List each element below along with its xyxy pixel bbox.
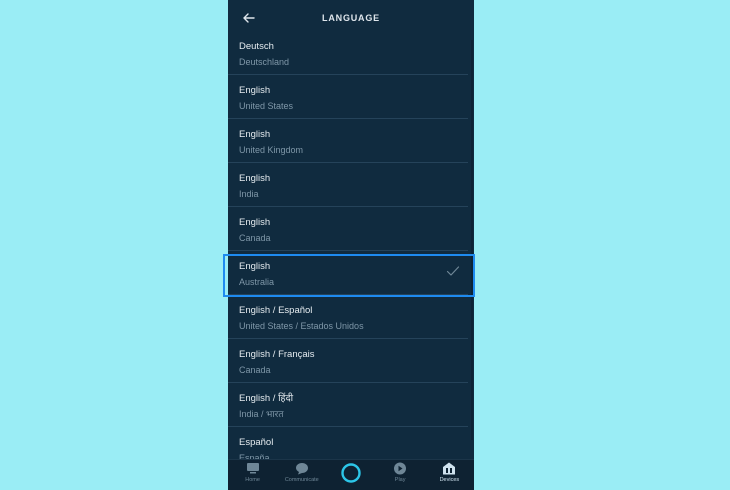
home-icon — [246, 463, 259, 474]
devices-icon — [443, 462, 456, 475]
tab-home[interactable]: Home — [228, 460, 277, 484]
scrollbar[interactable] — [471, 40, 473, 440]
language-item[interactable]: English / Français Canada — [228, 339, 468, 383]
page-title: LANGUAGE — [322, 13, 380, 23]
top-bar: LANGUAGE — [228, 0, 474, 36]
tab-devices[interactable]: Devices — [425, 460, 474, 484]
language-name: English — [239, 261, 271, 272]
language-item[interactable]: English / Español United States / Estado… — [228, 295, 468, 339]
language-item[interactable]: English India — [228, 163, 468, 207]
language-name: English — [239, 85, 271, 96]
language-name: English — [239, 129, 271, 140]
tab-label: Communicate — [284, 477, 319, 483]
language-region: Canada — [239, 233, 271, 243]
language-name: Español — [239, 437, 274, 448]
phone-screen: LANGUAGE Deutsch Deutschland English Uni… — [228, 0, 474, 490]
language-name: English / Français — [239, 349, 315, 360]
language-region: India / भारत — [239, 409, 284, 419]
tab-alexa[interactable] — [326, 460, 375, 486]
chat-icon — [295, 463, 308, 475]
language-region: Australia — [239, 277, 275, 287]
checkmark-icon — [446, 266, 460, 276]
language-name: English — [239, 173, 271, 184]
language-name: Deutsch — [239, 41, 274, 52]
language-item[interactable]: English United Kingdom — [228, 119, 468, 163]
tab-label: Devices — [439, 477, 460, 483]
language-item[interactable]: Deutsch Deutschland — [228, 31, 468, 75]
language-item[interactable]: English United States — [228, 75, 468, 119]
tab-play[interactable]: Play — [376, 460, 425, 484]
bottom-tab-bar: Home Communicate Play Devices — [228, 459, 474, 490]
language-name: English / Español — [239, 305, 313, 316]
tab-communicate[interactable]: Communicate — [277, 460, 326, 484]
language-region: Deutschland — [239, 57, 290, 67]
language-region: India — [239, 189, 259, 199]
language-item[interactable]: English / हिंदी India / भारत — [228, 383, 468, 427]
language-region: United Kingdom — [239, 145, 304, 155]
language-list: Deutsch Deutschland English United State… — [228, 31, 474, 471]
language-item[interactable]: English Canada — [228, 207, 468, 251]
language-item-selected[interactable]: English Australia — [228, 251, 468, 295]
play-icon — [394, 462, 407, 475]
language-region: United States — [239, 101, 294, 111]
language-region: United States / Estados Unidos — [239, 321, 364, 331]
language-name: English / हिंदी — [239, 393, 294, 404]
language-region: Canada — [239, 365, 271, 375]
tab-label: Home — [245, 477, 260, 483]
tab-label: Play — [394, 477, 406, 483]
alexa-icon — [341, 463, 361, 483]
language-name: English — [239, 217, 271, 228]
